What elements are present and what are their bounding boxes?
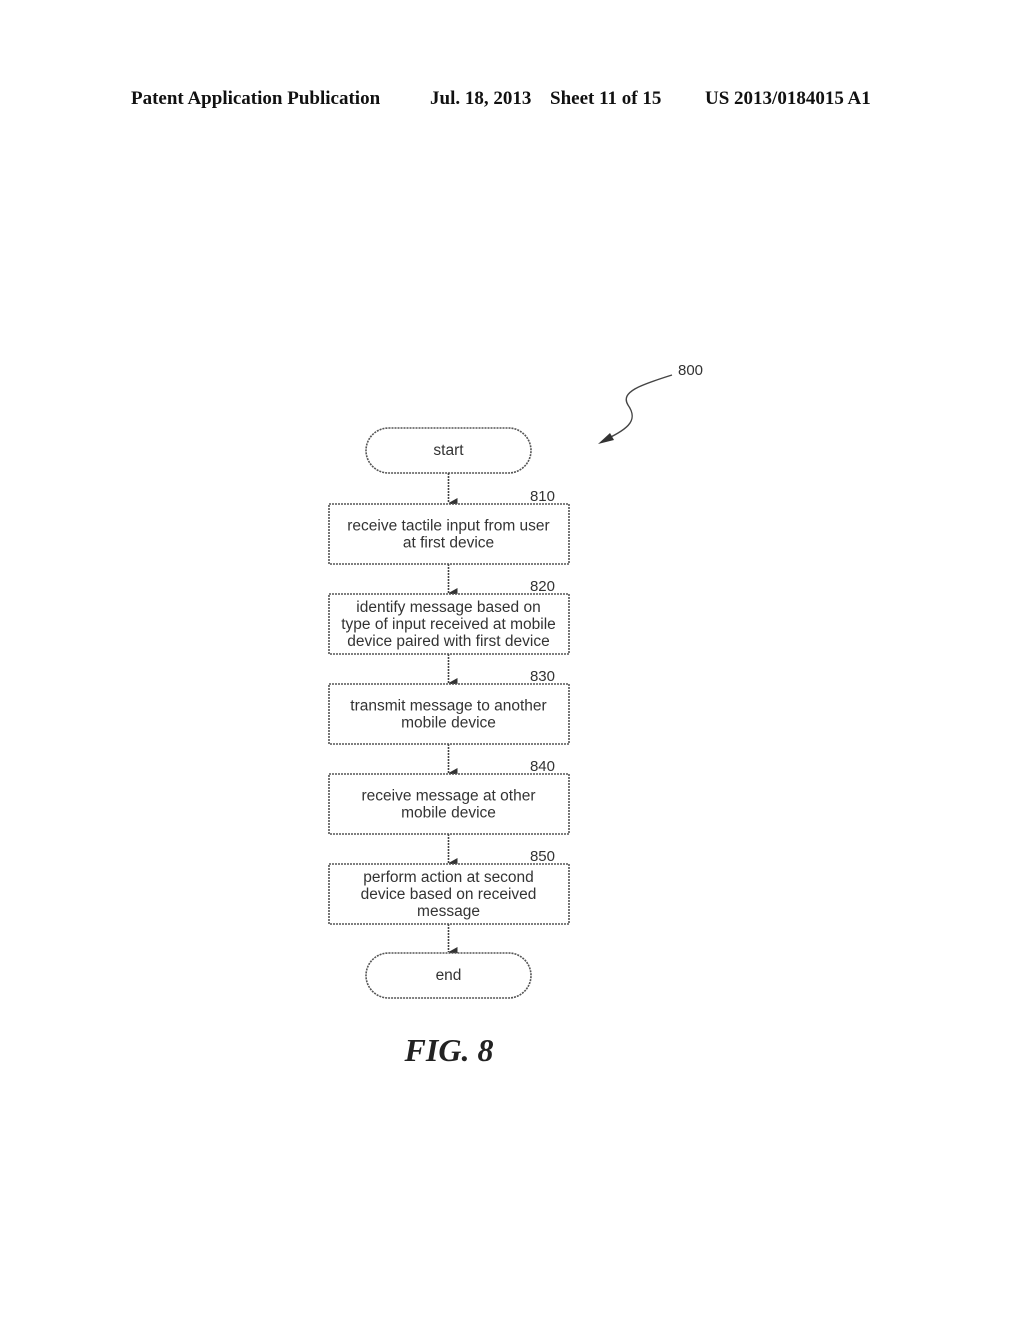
step-text-line: mobile device [401,805,496,822]
step-reference-number: 840 [530,758,555,775]
figure-reference-label: 800 [678,362,703,379]
process-step: 810 receive tactile input from userat fir… [328,488,570,565]
reference-pointer-arrow [602,374,673,442]
start-label: start [433,442,464,459]
step-text-line: device paired with first device [347,633,549,650]
flowchart: 800 start 810 receive tactile input from … [328,362,703,1068]
end-label: end [436,967,462,984]
step-reference-number: 810 [530,488,555,505]
step-text-line: perform action at second [363,869,534,886]
step-text-line: message [417,903,480,920]
step-text-line: mobile device [401,715,496,732]
reference-arrowhead-icon [598,433,614,444]
step-text-line: transmit message to another [350,698,546,715]
step-text-line: at first device [403,535,494,552]
step-text-line: device based on received [361,886,537,903]
step-reference-number: 850 [530,848,555,865]
step-text-line: receive tactile input from user [347,518,549,535]
figure-caption: FIG. 8 [404,1032,494,1068]
step-reference-number: 830 [530,668,555,685]
step-reference-number: 820 [530,578,555,595]
step-text-line: type of input received at mobile [341,616,556,633]
step-text-line: identify message based on [356,599,540,616]
step-text-line: receive message at other [361,788,535,805]
